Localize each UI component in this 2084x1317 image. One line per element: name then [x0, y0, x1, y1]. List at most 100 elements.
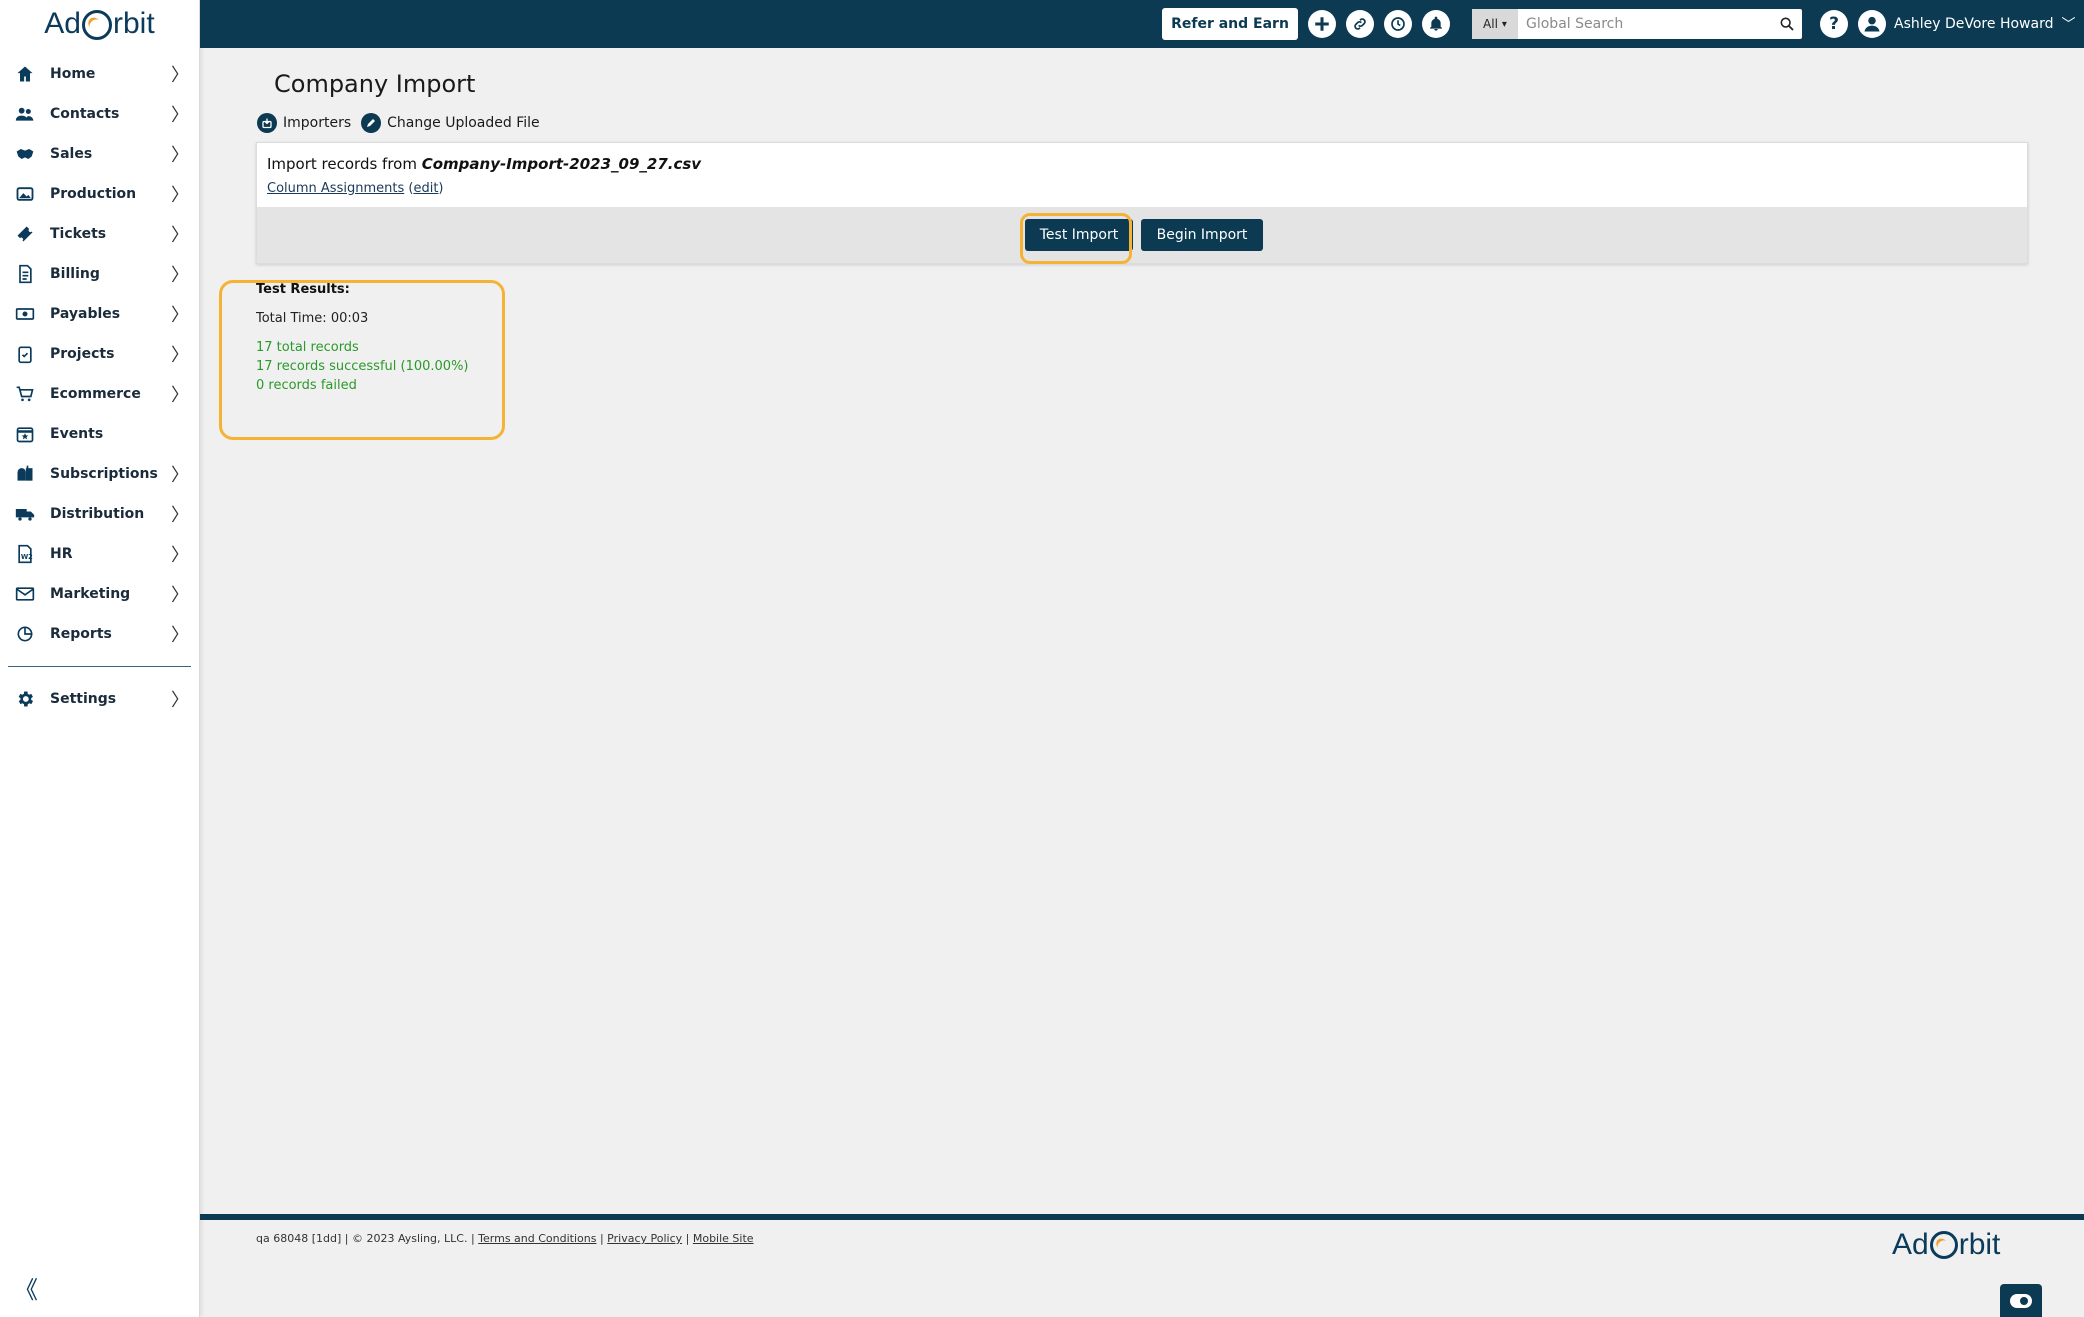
chevron-right-icon: 〉	[171, 345, 189, 366]
sidebar-item-distribution[interactable]: Distribution 〉	[0, 494, 199, 534]
mailbox-icon	[14, 463, 36, 485]
sidebar-item-label: Reports	[50, 626, 112, 642]
orbit-icon	[82, 10, 112, 40]
footer-logo: Ad rbit	[1892, 1228, 2000, 1262]
chevron-right-icon: 〉	[171, 225, 189, 246]
sidebar-item-label: Sales	[50, 146, 93, 162]
sidebar-item-projects[interactable]: Projects 〉	[0, 334, 199, 374]
sidebar-item-contacts[interactable]: Contacts 〉	[0, 94, 199, 134]
cart-icon	[14, 383, 36, 405]
truck-icon	[14, 503, 36, 525]
column-assignments-link[interactable]: Column Assignments	[267, 181, 404, 196]
sidebar-item-marketing[interactable]: Marketing 〉	[0, 574, 199, 614]
logo-text-right: rbit	[113, 7, 155, 40]
pencil-icon	[361, 113, 382, 133]
sidebar-item-sales[interactable]: Sales 〉	[0, 134, 199, 174]
ticket-icon	[14, 223, 36, 245]
import-actions: Test Import Begin Import	[257, 207, 2027, 263]
image-icon	[14, 183, 36, 205]
chevron-right-icon: 〉	[171, 465, 189, 486]
file-name: Company-Import-2023_09_27.csv	[421, 155, 702, 173]
chevron-down-icon: ﹀	[2061, 17, 2076, 33]
sidebar-item-label: Home	[50, 66, 96, 82]
help-icon[interactable]: ?	[1820, 10, 1848, 38]
svg-text:W2: W2	[21, 553, 33, 561]
chevron-down-icon: ▾	[1501, 18, 1507, 30]
user-name: Ashley DeVore Howard	[1894, 16, 2054, 32]
column-assignments-line: Column Assignments (edit)	[267, 181, 444, 196]
chevron-right-icon: 〉	[171, 305, 189, 326]
sidebar-item-label: Payables	[50, 306, 121, 322]
sidebar-item-label: Subscriptions	[50, 466, 158, 482]
search-scope-select[interactable]: All ▾	[1472, 9, 1518, 39]
search-input[interactable]	[1518, 9, 1772, 39]
orbit-icon	[1929, 1231, 1958, 1259]
footer-sep: |	[682, 1232, 693, 1245]
link-icon[interactable]	[1346, 10, 1374, 38]
adorbit-logo[interactable]: Ad rbit	[0, 0, 199, 48]
test-results-highlight	[219, 280, 505, 440]
history-icon[interactable]	[1384, 10, 1412, 38]
sidebar-item-label: Distribution	[50, 506, 145, 522]
chevron-right-icon: 〉	[171, 185, 189, 206]
sidebar-item-subscriptions[interactable]: Subscriptions 〉	[0, 454, 199, 494]
sidebar-item-events[interactable]: Events	[0, 414, 199, 454]
pie-chart-icon	[14, 623, 36, 645]
edit-column-assignments-link[interactable]: edit	[413, 181, 438, 196]
sidebar-item-hr[interactable]: W2 HR 〉	[0, 534, 199, 574]
sidebar-item-tickets[interactable]: Tickets 〉	[0, 214, 199, 254]
sidebar-item-settings[interactable]: Settings 〉	[0, 679, 199, 719]
sidebar-item-label: Tickets	[50, 226, 107, 242]
mobile-site-link[interactable]: Mobile Site	[693, 1232, 754, 1245]
footer-sep: |	[596, 1232, 608, 1245]
privacy-link[interactable]: Privacy Policy	[607, 1232, 682, 1245]
begin-import-button[interactable]: Begin Import	[1141, 219, 1263, 251]
collapse-sidebar-icon[interactable]: 《	[14, 1270, 38, 1305]
change-uploaded-file-link[interactable]: Change Uploaded File	[361, 113, 540, 133]
sidebar-item-label: Projects	[50, 346, 115, 362]
sidebar-item-label: HR	[50, 546, 73, 562]
footer-text: qa 68048 [1dd] | © 2023 Aysling, LLC. | …	[256, 1232, 754, 1245]
sidebar-item-label: Contacts	[50, 106, 120, 122]
footer-divider	[200, 1214, 2084, 1220]
sidebar-item-reports[interactable]: Reports 〉	[0, 614, 199, 654]
gear-icon	[14, 688, 36, 710]
paren-close: )	[438, 181, 444, 196]
sidebar-item-billing[interactable]: Billing 〉	[0, 254, 199, 294]
search-scope-value: All	[1483, 17, 1498, 31]
importers-label: Importers	[283, 115, 352, 131]
add-icon[interactable]	[1308, 10, 1336, 38]
chevron-right-icon: 〉	[171, 385, 189, 406]
terms-link[interactable]: Terms and Conditions	[478, 1232, 596, 1245]
sidebar-item-payables[interactable]: Payables 〉	[0, 294, 199, 334]
page-title: Company Import	[274, 70, 476, 98]
sidebar: Ad rbit Home 〉 Contacts 〉 Sales 〉 Production 〉 T…	[0, 0, 200, 1317]
w2-form-icon: W2	[14, 543, 36, 565]
footer-meta: qa 68048 [1dd] | © 2023 Aysling, LLC. |	[256, 1232, 479, 1245]
home-icon	[14, 63, 36, 85]
chevron-right-icon: 〉	[171, 545, 189, 566]
refer-and-earn-button[interactable]: Refer and Earn	[1162, 8, 1298, 40]
change-file-label: Change Uploaded File	[387, 115, 540, 131]
chevron-right-icon: 〉	[171, 265, 189, 286]
user-menu[interactable]: Ashley DeVore Howard ﹀	[1858, 10, 2075, 38]
chevron-right-icon: 〉	[171, 145, 189, 166]
logo-text-left: Ad	[44, 7, 81, 40]
search-icon[interactable]	[1772, 16, 1802, 32]
bell-icon[interactable]	[1422, 10, 1450, 38]
invoice-icon	[14, 263, 36, 285]
logo-text-right: rbit	[1958, 1228, 2001, 1261]
sidebar-item-label: Production	[50, 186, 137, 202]
logo-text-left: Ad	[1892, 1228, 1929, 1261]
chevron-right-icon: 〉	[171, 625, 189, 646]
chat-toggle-icon[interactable]	[2000, 1284, 2042, 1317]
sidebar-item-production[interactable]: Production 〉	[0, 174, 199, 214]
calendar-star-icon	[14, 423, 36, 445]
sidebar-item-ecommerce[interactable]: Ecommerce 〉	[0, 374, 199, 414]
sidebar-item-home[interactable]: Home 〉	[0, 54, 199, 94]
contacts-icon	[14, 103, 36, 125]
chevron-right-icon: 〉	[171, 505, 189, 526]
importers-link[interactable]: Importers	[257, 113, 351, 133]
top-bar: Refer and Earn All ▾ ? Ashley DeVore How…	[200, 0, 2084, 48]
envelope-icon	[14, 583, 36, 605]
